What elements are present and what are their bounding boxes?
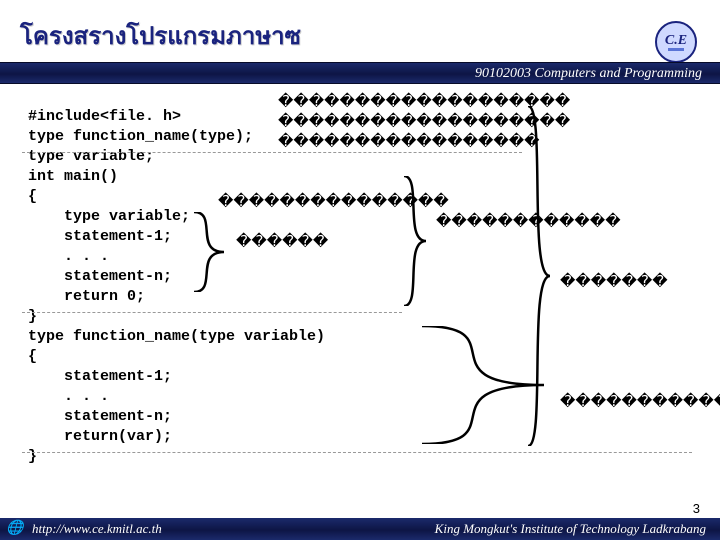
brace-icon bbox=[418, 326, 548, 444]
divider bbox=[22, 152, 522, 153]
footer-globe-icon: 🌐 bbox=[6, 520, 24, 538]
page-number: 3 bbox=[693, 501, 700, 516]
footer-institute: King Mongkut's Institute of Technology L… bbox=[435, 518, 706, 540]
slide-title: โครงสรางโปรแกรมภาษาซ bbox=[20, 16, 301, 55]
slide: โครงสรางโปรแกรมภาษาซ C.E 90102003 Comput… bbox=[0, 0, 720, 540]
footer-bar: 🌐 http://www.ce.kmitl.ac.th King Mongkut… bbox=[0, 518, 720, 540]
brace-icon bbox=[190, 212, 230, 292]
annotation: ����������������� bbox=[278, 132, 539, 152]
header-bar: 90102003 Computers and Programming bbox=[0, 62, 720, 84]
svg-text:C.E: C.E bbox=[665, 33, 687, 48]
divider bbox=[22, 312, 402, 313]
brace-icon bbox=[400, 176, 430, 306]
annotation: ������������ bbox=[560, 392, 720, 412]
annotation: ������� bbox=[560, 272, 668, 292]
logo-icon: C.E bbox=[654, 20, 698, 64]
annotation: ������ bbox=[236, 232, 328, 252]
footer-url: http://www.ce.kmitl.ac.th bbox=[32, 518, 162, 540]
divider bbox=[22, 452, 692, 453]
code-block: #include<file. h> type function_name(typ… bbox=[28, 107, 325, 467]
slide-body: #include<file. h> type function_name(typ… bbox=[0, 84, 720, 518]
